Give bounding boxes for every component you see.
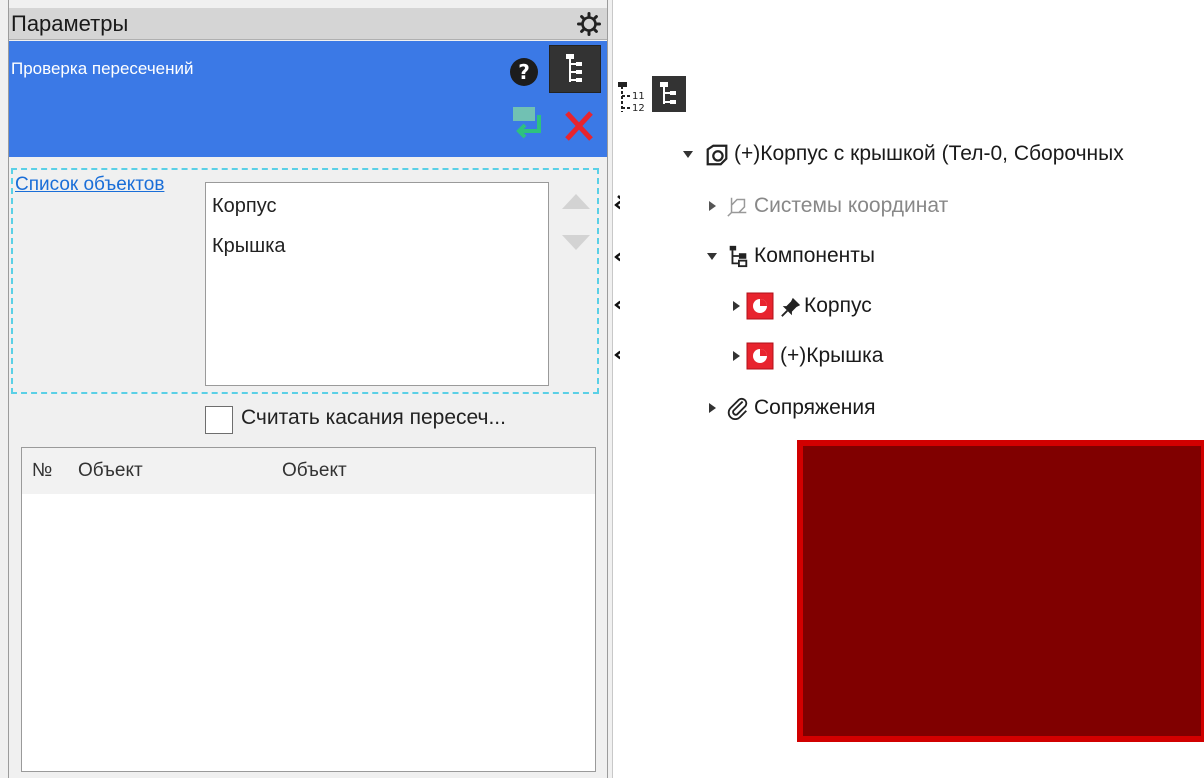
svg-text:12: 12 <box>632 103 645 114</box>
pin-icon <box>781 297 801 317</box>
column-object-2: Объект <box>282 460 347 481</box>
panel-title-bar: Параметры <box>9 8 607 40</box>
assembly-icon <box>706 144 728 166</box>
components-icon <box>729 245 748 268</box>
collapsed-arrow-icon[interactable] <box>706 200 718 212</box>
tree-item-label: (+)Крышка <box>780 344 884 367</box>
move-down-icon[interactable] <box>559 232 593 254</box>
numbered-tree-icon[interactable]: 11 12 <box>614 80 648 116</box>
tree-root-label: (+)Корпус с крышкой (Тел-0, Сборочных <box>734 142 1124 165</box>
touch-checkbox[interactable] <box>205 406 233 434</box>
tree-item-label: Корпус <box>804 294 872 317</box>
object-list-link[interactable]: Список объектов <box>15 174 164 196</box>
list-item[interactable]: Крышка <box>212 235 286 258</box>
touch-checkbox-label: Считать касания пересеч... <box>241 406 506 429</box>
svg-text:?: ? <box>518 60 530 84</box>
svg-text:11: 11 <box>632 91 645 102</box>
tree-item-label: Сопряжения <box>754 396 876 419</box>
model-tree: (+)Корпус с крышкой (Тел-0, Сборочных Си… <box>620 120 1204 430</box>
tree-item-label: Компоненты <box>754 244 875 267</box>
parameters-panel: Параметры Проверка пересечений ? Список … <box>0 0 613 778</box>
apply-icon[interactable] <box>509 105 545 143</box>
tree-item-label: Системы координат <box>754 194 949 217</box>
list-item[interactable]: Корпус <box>212 195 277 218</box>
collapsed-arrow-icon[interactable] <box>730 300 742 312</box>
command-name: Проверка пересечений <box>11 59 194 78</box>
table-header: № Объект Объект <box>22 448 595 494</box>
panel-title: Параметры <box>11 11 129 36</box>
paperclip-icon <box>727 397 748 420</box>
column-number: № <box>32 460 53 481</box>
collapsed-arrow-icon[interactable] <box>730 350 742 362</box>
tree-structure-icon[interactable] <box>652 76 686 112</box>
model-viewport-shape[interactable] <box>797 440 1204 742</box>
results-table[interactable]: № Объект Объект <box>21 447 596 772</box>
coordinate-system-icon <box>727 197 747 217</box>
tree-view-button[interactable] <box>549 45 601 93</box>
collapsed-arrow-icon[interactable] <box>706 402 718 414</box>
object-list-group: Список объектов Корпус Крышка <box>11 168 599 394</box>
expanded-arrow-icon[interactable] <box>706 250 718 262</box>
object-list[interactable]: Корпус Крышка <box>205 182 549 386</box>
gear-icon[interactable] <box>577 12 601 36</box>
command-header: Проверка пересечений ? <box>9 41 607 157</box>
column-object-1: Объект <box>78 460 143 481</box>
part-icon <box>746 292 774 320</box>
panel-frame: Параметры Проверка пересечений ? Список … <box>8 0 608 778</box>
expanded-arrow-icon[interactable] <box>682 148 694 160</box>
help-icon[interactable]: ? <box>509 57 539 87</box>
part-icon <box>746 342 774 370</box>
tree-icon <box>566 54 582 82</box>
move-up-icon[interactable] <box>559 190 593 212</box>
cancel-icon[interactable] <box>561 109 597 143</box>
